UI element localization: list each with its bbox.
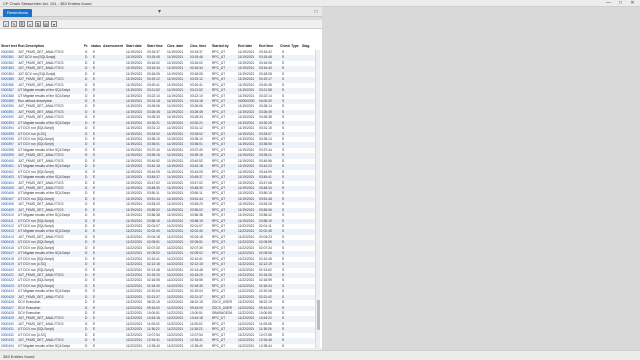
sort-icon[interactable]: ⇅ [35,21,41,27]
col-check-type[interactable]: Check Type [280,44,299,48]
minimize-icon[interactable]: — [604,0,613,7]
close-icon[interactable]: ✕ [628,0,637,7]
check-icon[interactable]: ✓ [3,21,9,27]
col-pr[interactable]: Pr. [84,44,88,48]
search-icon[interactable]: ⌕ [27,21,33,27]
result-dialog: Restrictions ▾ □ ✓ ✎ ⎘ ⌕ ⇅ ▤ ▾ Short tex… [0,7,322,350]
copy-icon[interactable]: ⎘ [19,21,25,27]
status-text: 383 Entries found [3,354,35,359]
results-table: Short text Run Description Pr. status As… [0,29,322,350]
col-stag[interactable]: Stag. [302,44,310,48]
vertical-scrollbar[interactable] [315,50,320,348]
filter-icon[interactable]: ▾ [51,21,57,27]
col-start-date[interactable]: Start date [126,44,142,48]
grid-toolbar: ✓ ✎ ⎘ ⌕ ⇅ ▤ ▾ [0,20,322,29]
col-status[interactable]: status [91,44,101,48]
window-titlebar: CP Chain Steaser/der Ad. 101 - 383 Entri… [0,0,640,7]
col-clos-time[interactable]: Clos. time [190,44,206,48]
status-bar: 383 Entries found [0,350,640,360]
col-assessment[interactable]: Assessment [103,44,123,48]
window-title: CP Chain Steaser/der Ad. 101 - 383 Entri… [3,1,92,6]
dialog-maximize-icon[interactable]: □ [312,8,320,16]
col-end-date[interactable]: End date [238,44,252,48]
table-body: 0000380 JUT_FKMS_GET_ANALYTICS D E 11/19/202… [0,50,318,350]
scrollbar-thumb[interactable] [317,300,320,330]
drag-handle-icon[interactable]: ▾ [158,8,161,15]
tab-restrictions[interactable]: Restrictions [3,9,32,17]
layout-icon[interactable]: ▤ [43,21,49,27]
col-end-time[interactable]: End time [259,44,273,48]
dialog-tab-strip: Restrictions ▾ □ [0,7,322,17]
maximize-icon[interactable]: □ [616,0,625,7]
col-start-time[interactable]: Start time [147,44,163,48]
background-area [322,7,640,350]
col-clos-date[interactable]: Clos. date [167,44,183,48]
col-started-by[interactable]: Started by [212,44,229,48]
edit-icon[interactable]: ✎ [11,21,17,27]
col-short-text[interactable]: Short text [1,44,17,48]
col-description[interactable]: Run Description [18,44,44,48]
